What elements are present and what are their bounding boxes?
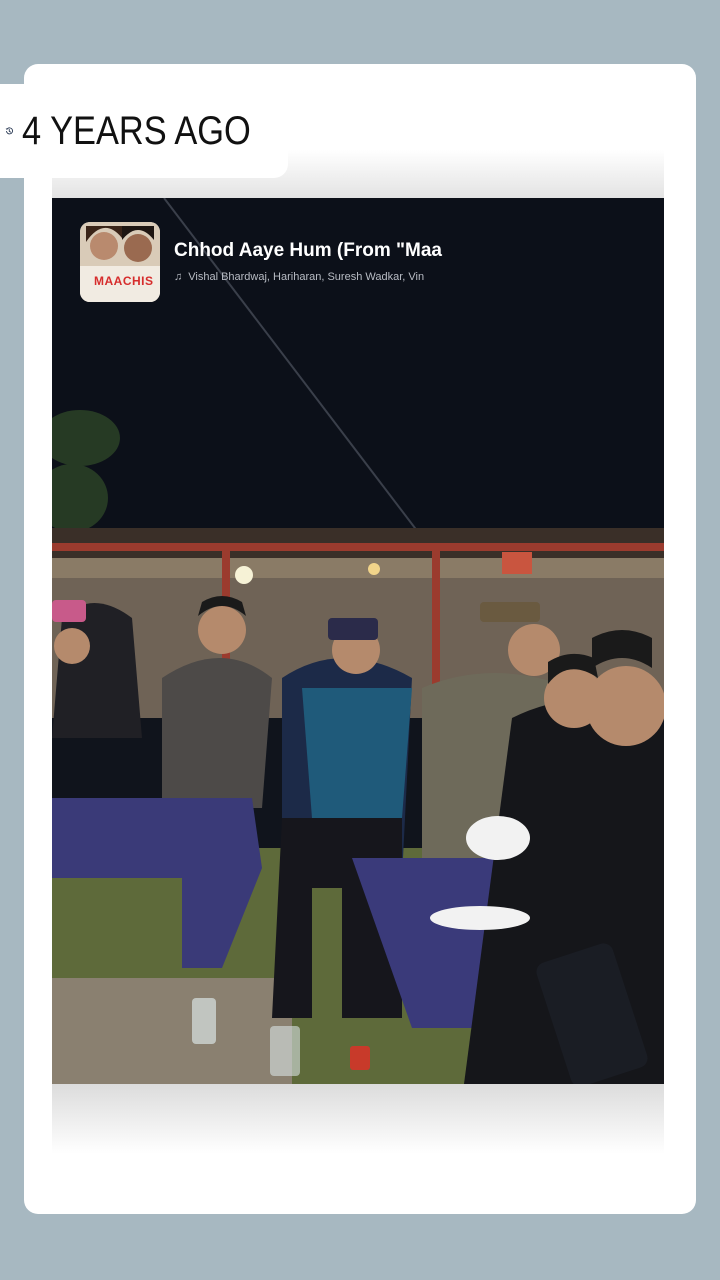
track-artists-row: ♫ Vishal Bhardwaj, Hariharan, Suresh Wad… [174,271,470,283]
memory-badge[interactable]: 4 YEARS AGO [0,84,288,178]
photo-scene [52,198,664,1084]
history-clock-icon [5,127,13,135]
memory-photo[interactable] [52,198,664,1084]
track-artists: Vishal Bhardwaj, Hariharan, Suresh Wadka… [188,271,425,283]
track-title: Chhod Aaye Hum (From "Maa [174,240,442,261]
album-art-image [80,222,160,302]
music-sticker[interactable]: MAACHIS Chhod Aaye Hum (From "Maa ♫ Vish… [80,222,474,302]
memory-label: 4 YEARS AGO [21,108,251,153]
album-art-title: MAACHIS [94,274,154,288]
album-art: MAACHIS [80,222,160,302]
track-info: Chhod Aaye Hum (From "Maa ♫ Vishal Bhard… [174,222,474,302]
music-note-icon: ♫ [174,271,183,283]
photo-bottom-fade [52,1084,664,1154]
